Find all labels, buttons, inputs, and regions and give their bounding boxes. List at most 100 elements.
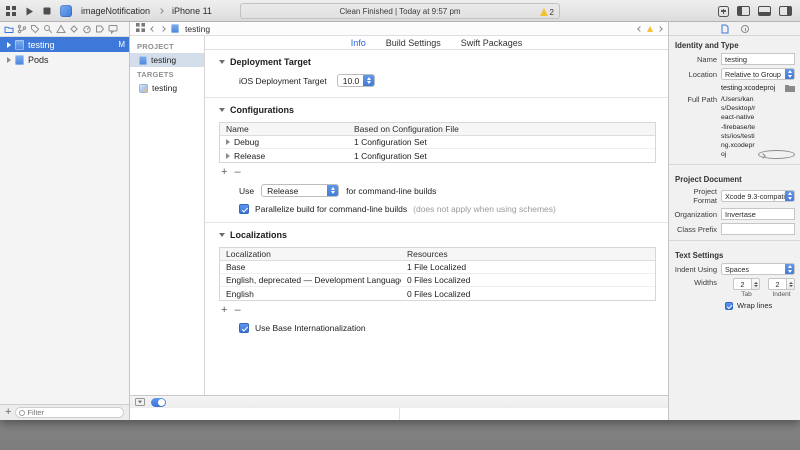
disclosure-icon[interactable] (7, 57, 11, 63)
column-name[interactable]: Name (220, 124, 348, 134)
warning-icon (540, 8, 548, 16)
tab-info[interactable]: Info (351, 38, 366, 48)
run-destination-selector[interactable]: iPhone 11 (172, 6, 212, 16)
run-button[interactable] (25, 7, 34, 16)
wrap-lines-label: Wrap lines (737, 301, 772, 310)
remove-localization-button[interactable]: – (234, 305, 240, 316)
editor-area: testing PROJECT testing TARGETS testing (130, 22, 668, 420)
indent-using-label: Indent Using (674, 265, 721, 274)
navigator-item-testing[interactable]: testing M (0, 37, 129, 52)
remove-configuration-button[interactable]: – (234, 167, 240, 178)
disclosure-down-icon[interactable] (219, 108, 225, 112)
table-header: Name Based on Configuration File (220, 123, 655, 136)
toggle-navigator-icon[interactable] (737, 6, 750, 16)
reveal-in-finder-icon[interactable] (758, 150, 795, 159)
debug-area-filter-icon[interactable] (135, 398, 145, 406)
toggle-debug-area-icon[interactable] (758, 6, 771, 16)
command-line-config-row: Use Release for command-line builds (219, 180, 658, 199)
configurations-section-header[interactable]: Configurations (219, 98, 658, 120)
warning-icon (647, 26, 653, 32)
table-row[interactable]: Base 1 File Localized (220, 261, 655, 274)
indent-width-stepper[interactable]: 2 (768, 278, 795, 290)
stepper-arrows-icon (751, 279, 759, 289)
filter-input[interactable] (27, 408, 120, 417)
file-inspector-tab[interactable] (721, 24, 729, 34)
target-item-testing[interactable]: testing (130, 81, 204, 95)
issue-navigator-icon[interactable] (56, 24, 66, 34)
project-navigator-icon[interactable] (4, 24, 14, 34)
column-resources[interactable]: Resources (401, 249, 655, 259)
table-row[interactable]: Release 1 Configuration Set (220, 149, 655, 162)
name-field[interactable]: testing (721, 53, 795, 65)
library-icon[interactable] (718, 6, 729, 17)
full-path-label: Full Path (674, 95, 721, 104)
quick-help-inspector-tab[interactable] (741, 25, 749, 33)
class-prefix-field[interactable] (721, 223, 795, 235)
build-status-text: Clean Finished | Today at 9:57 pm (339, 7, 460, 16)
previous-issue-icon[interactable] (637, 26, 643, 32)
filter-field (15, 407, 124, 418)
source-control-navigator-icon[interactable] (17, 24, 27, 34)
organization-field[interactable]: Invertase (721, 208, 795, 220)
symbol-navigator-icon[interactable] (30, 24, 40, 34)
debug-console-area[interactable] (399, 408, 669, 420)
add-localization-button[interactable]: + (221, 305, 227, 316)
location-popup[interactable]: Relative to Group (721, 68, 795, 80)
disclosure-down-icon[interactable] (219, 233, 225, 237)
target-item-label: testing (152, 83, 177, 93)
scheme-selector[interactable]: imageNotification (81, 6, 150, 16)
toggle-inspectors-icon[interactable] (779, 6, 792, 16)
disclosure-icon[interactable] (226, 139, 230, 145)
tab-build-settings[interactable]: Build Settings (386, 38, 441, 48)
breakpoint-navigator-icon[interactable] (95, 24, 105, 34)
disclosure-icon[interactable] (226, 153, 230, 159)
tab-swift-packages[interactable]: Swift Packages (461, 38, 523, 48)
folder-icon[interactable] (785, 84, 795, 92)
disclosure-down-icon[interactable] (219, 60, 225, 64)
breadcrumb[interactable]: testing (185, 24, 210, 34)
wrap-lines-checkbox[interactable] (725, 302, 733, 310)
go-back-icon[interactable] (150, 26, 156, 32)
ios-deployment-target-popup[interactable]: 10.0 (337, 74, 376, 87)
report-navigator-icon[interactable] (108, 24, 118, 34)
debug-variables-area[interactable] (130, 408, 399, 420)
next-issue-icon[interactable] (657, 26, 663, 32)
project-file-icon (171, 24, 179, 33)
tab-width-stepper[interactable]: 2 (733, 278, 760, 290)
navigator-item-pods[interactable]: Pods (0, 52, 129, 67)
add-button[interactable]: + (5, 407, 11, 418)
indent-caption: Indent (772, 291, 790, 298)
table-row[interactable]: English 0 Files Localized (220, 287, 655, 300)
parallelize-checkbox[interactable] (239, 204, 249, 214)
ios-deployment-target-label: iOS Deployment Target (239, 76, 327, 86)
column-config-file[interactable]: Based on Configuration File (348, 124, 655, 134)
command-line-config-popup[interactable]: Release (261, 184, 339, 197)
add-configuration-button[interactable]: + (221, 167, 227, 178)
toolbar-left: imageNotification iPhone 11 (6, 0, 212, 22)
debug-area-toggle[interactable] (151, 398, 166, 407)
disclosure-icon[interactable] (7, 42, 11, 48)
base-internationalization-checkbox[interactable] (239, 323, 249, 333)
deployment-target-section-header[interactable]: Deployment Target (219, 50, 658, 72)
table-row[interactable]: Debug 1 Configuration Set (220, 136, 655, 149)
localizations-section-header[interactable]: Localizations (219, 223, 658, 245)
class-prefix-label: Class Prefix (674, 225, 721, 234)
go-forward-icon[interactable] (160, 26, 166, 32)
indent-using-popup[interactable]: Spaces (721, 263, 795, 275)
test-navigator-icon[interactable] (69, 24, 79, 34)
jump-bar: testing (130, 22, 668, 36)
table-row[interactable]: English, deprecated — Development Langua… (220, 274, 655, 287)
window-tabs-icon[interactable] (6, 6, 16, 16)
warning-indicator[interactable]: 2 (540, 4, 554, 20)
debug-navigator-icon[interactable] (82, 24, 92, 34)
debug-bar (130, 395, 668, 408)
find-navigator-icon[interactable] (43, 24, 53, 34)
related-items-icon[interactable] (136, 23, 145, 34)
column-localization[interactable]: Localization (220, 249, 401, 259)
widths-label: Widths (674, 278, 721, 287)
project-item-testing[interactable]: testing (130, 53, 204, 67)
class-prefix-row: Class Prefix (674, 223, 795, 235)
use-suffix-label: for command-line builds (346, 186, 436, 196)
project-format-popup[interactable]: Xcode 9.3-compatible (721, 190, 795, 202)
stop-button[interactable] (43, 7, 51, 15)
